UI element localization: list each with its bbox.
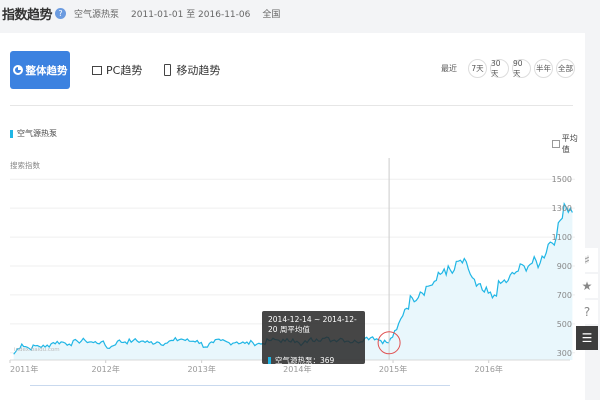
y-tick-label: 1300: [552, 204, 572, 213]
y-tick-label: 900: [557, 262, 572, 271]
y-tick-label: 1100: [552, 233, 572, 242]
x-tick-label: 2016年: [475, 364, 503, 374]
footer-line: [30, 385, 450, 386]
y-tick-label: 700: [557, 291, 572, 300]
side-toolbar: ♯ ★ ? ☰: [576, 248, 600, 352]
x-tick-label: 2011年: [10, 364, 38, 374]
x-tick-label: 2013年: [187, 364, 215, 374]
x-tick-label: 2015年: [379, 364, 407, 374]
watermark: index.baidu.com: [14, 347, 60, 353]
x-tick-label: 2012年: [92, 364, 120, 374]
tooltip-swatch: [268, 357, 271, 364]
y-tick-label: 300: [557, 349, 572, 358]
tooltip-sep: ：: [312, 356, 321, 365]
menu-icon[interactable]: ☰: [576, 326, 598, 350]
chart-tooltip: 2014-12-14 ~ 2014-12-20 周平均值 空气源热泵 ： 369: [262, 311, 365, 365]
y-tick-label: 1500: [552, 175, 572, 184]
share-icon[interactable]: ♯: [576, 248, 598, 272]
tooltip-series: 空气源热泵: [275, 356, 313, 365]
y-tick-label: 500: [557, 320, 572, 329]
tooltip-date-range: 2014-12-14 ~ 2014-12-20 周平均值: [268, 315, 357, 334]
star-icon[interactable]: ★: [576, 274, 598, 298]
question-icon[interactable]: ?: [576, 300, 598, 324]
tooltip-value: 369: [320, 356, 335, 365]
